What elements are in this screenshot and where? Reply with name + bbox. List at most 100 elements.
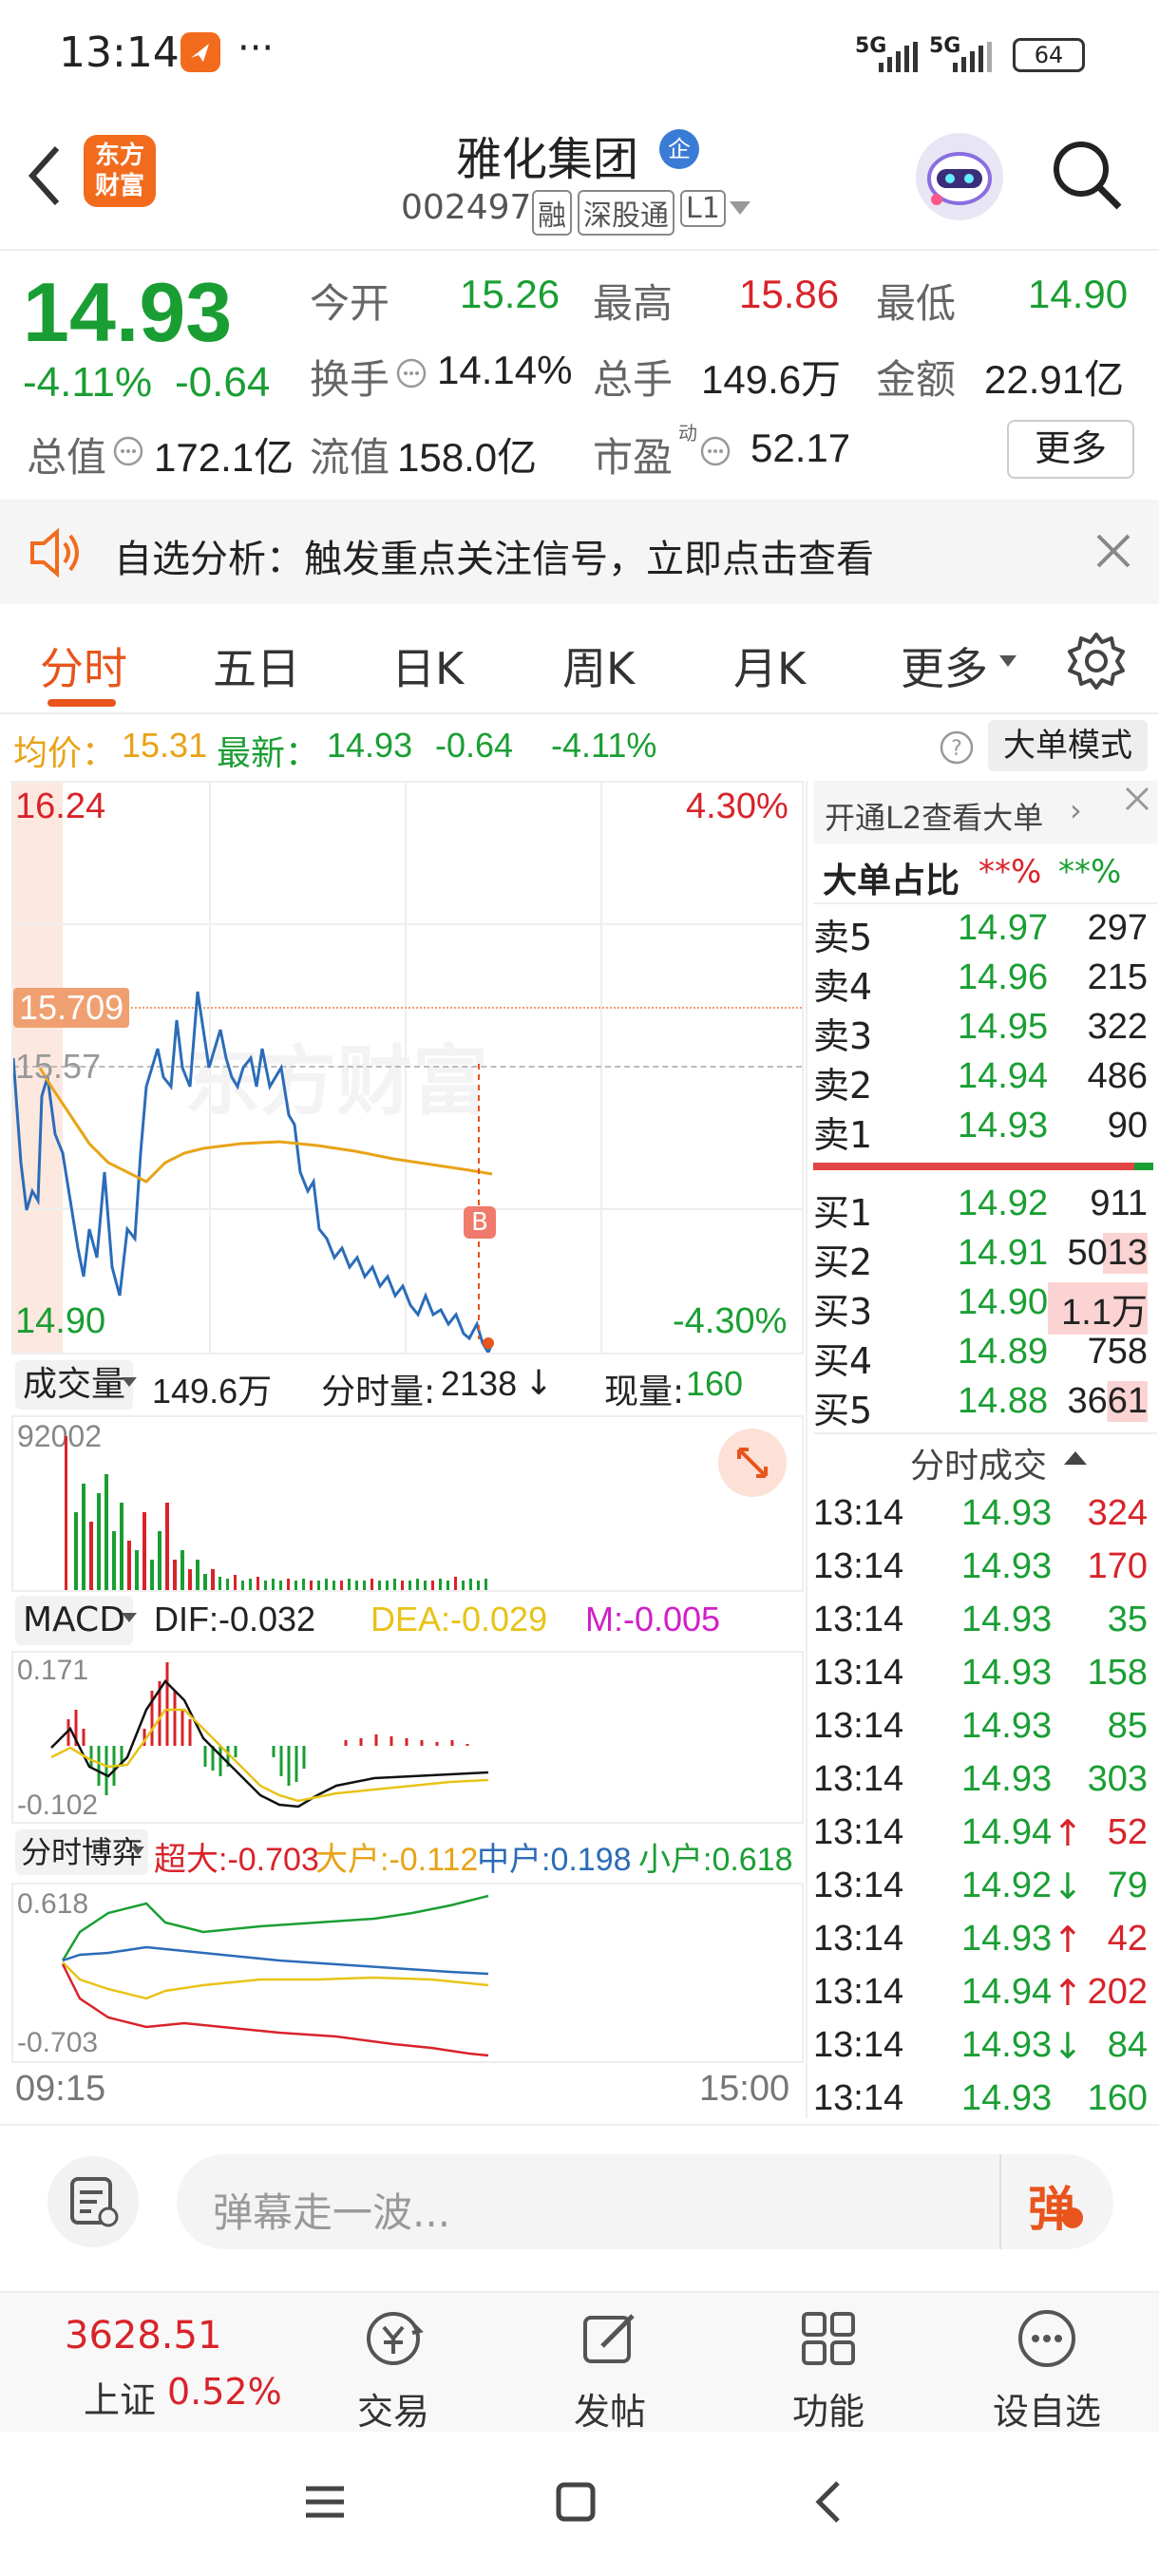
more-button[interactable]: 更多 (1007, 420, 1134, 479)
info-icon[interactable] (699, 435, 732, 467)
back-nav-icon[interactable] (809, 2479, 847, 2525)
bid-row-1: 买1 14.92 911 (813, 1184, 1148, 1234)
back-icon[interactable] (23, 142, 65, 209)
gear-icon[interactable] (1066, 631, 1127, 691)
latest-label: 最新： (217, 734, 320, 773)
tab-monthly-k[interactable]: 月K (733, 635, 806, 697)
mktcap-label: 总值 (27, 434, 107, 481)
current-volume-value: 160 (686, 1364, 744, 1403)
help-icon[interactable]: ? (939, 729, 975, 766)
nav-add-watchlist[interactable]: 设自选 (971, 2304, 1123, 2434)
tab-more[interactable]: 更多 (901, 635, 988, 697)
volume-value: 149.6万 (701, 357, 842, 402)
flow-chart[interactable]: 0.618 -0.703 (11, 1883, 804, 2063)
intraday-chart[interactable]: 东方财富 B 16.24 4.30% 15.709 15.57 14.90 -4… (11, 781, 804, 1354)
info-icon[interactable] (395, 357, 428, 389)
close-icon[interactable] (1121, 783, 1153, 815)
level-tag[interactable]: L1 (680, 190, 726, 227)
big-order-ratio-sell: **% (1058, 853, 1122, 891)
low-label: 最低 (876, 280, 957, 327)
nav-post[interactable]: 发帖 (534, 2304, 686, 2434)
trade-row: 13:14 14.93 85 (813, 1706, 1148, 1746)
collapse-icon[interactable] (1064, 1449, 1087, 1465)
stock-name: 雅化集团 (456, 133, 639, 186)
volume-label: 总手 (593, 356, 674, 403)
index-value[interactable]: 3628.51 (65, 2314, 221, 2358)
macd-dea: DEA:-0.029 (370, 1600, 548, 1638)
notes-icon[interactable] (48, 2156, 139, 2247)
search-icon[interactable] (1049, 137, 1125, 213)
pct-axis-low: -4.30% (673, 1301, 788, 1341)
trades-title[interactable]: 分时成交 (910, 1438, 1047, 1487)
tab-daily-k[interactable]: 日K (391, 635, 464, 697)
macd-chart[interactable]: 0.171 -0.102 (11, 1651, 804, 1824)
tab-weekly-k[interactable]: 周K (562, 635, 635, 697)
tab-five-day[interactable]: 五日 (213, 635, 300, 697)
ask-row-5: 卖5 14.97 297 (813, 908, 1148, 958)
current-volume-label: 现量: (604, 1373, 685, 1411)
trade-row: 13:14 14.93 324 (813, 1493, 1148, 1533)
expand-chart-icon[interactable] (718, 1429, 787, 1497)
turnover-label: 换手 (310, 356, 390, 403)
trade-row: 13:14 14.93 303 (813, 1759, 1148, 1799)
avg-label: 均价： (13, 734, 117, 773)
pe-dynamic-sup: 动 (678, 422, 697, 445)
pe-value: 52.17 (750, 426, 851, 470)
low-value: 14.90 (1028, 272, 1129, 316)
bid-ask-ratio-bar-red (813, 1163, 1134, 1170)
trade-row: 13:14 14.94 ↑ 202 (813, 1972, 1148, 2014)
index-pct[interactable]: 0.52% (167, 2371, 282, 2413)
close-icon[interactable] (1094, 532, 1132, 570)
tab-intraday[interactable]: 分时 (40, 635, 127, 697)
change-percent: -4.11% (23, 359, 153, 406)
latest-value: 14.93 (327, 726, 413, 765)
more-notifications-icon: ··· (238, 27, 275, 70)
battery-icon: 64 (1013, 38, 1085, 72)
l2-upsell-banner[interactable]: 开通L2查看大单 › (813, 781, 1157, 843)
down-arrow-icon: ↓ (524, 1364, 554, 1403)
dropdown-icon[interactable] (730, 201, 750, 217)
avg-value: 15.31 (122, 726, 208, 765)
dropdown-icon (999, 655, 1016, 667)
latest-pct: -4.11% (551, 726, 657, 765)
volume-selector[interactable]: 成交量 (15, 1360, 134, 1410)
post-icon (583, 2314, 635, 2363)
robot-assistant-icon[interactable] (916, 133, 1003, 220)
bid-row-5: 买5 14.88 3661 (813, 1381, 1148, 1431)
danmu-toggle-icon[interactable]: 弹 (1028, 2171, 1075, 2240)
info-icon[interactable] (112, 435, 144, 467)
flow-big: 大户:-0.112 (315, 1842, 479, 1878)
current-price: 14.93 (23, 265, 233, 359)
flow-super: 超大:-0.703 (154, 1842, 319, 1878)
bid-ask-ratio-bar-green (1134, 1163, 1153, 1170)
dropdown-icon (131, 1847, 144, 1855)
tick-volume-label: 分时量: (321, 1373, 436, 1411)
amount-label: 金额 (876, 356, 957, 403)
volume-chart[interactable]: 92002 (11, 1415, 804, 1592)
turnover-value: 14.14% (437, 348, 573, 392)
index-name[interactable]: 上证 (84, 2371, 156, 2423)
price-axis-high: 16.24 (15, 786, 106, 826)
buy-marker-icon[interactable]: B (464, 1206, 496, 1239)
ask-row-1: 卖1 14.93 90 (813, 1106, 1148, 1156)
macd-selector[interactable]: MACD (15, 1596, 133, 1645)
bid-row-4: 买4 14.89 758 (813, 1332, 1148, 1382)
pe-label: 市盈 (593, 434, 674, 481)
flow-selector[interactable]: 分时博弈 (15, 1829, 149, 1875)
eastmoney-logo: 东方 财富 (84, 135, 156, 207)
menu-icon[interactable] (302, 2479, 348, 2525)
mktcap-value: 172.1亿 (154, 435, 294, 480)
prev-close-label: 15.57 (15, 1047, 102, 1086)
nav-trade[interactable]: 交易 (317, 2304, 469, 2434)
price-line-chart (13, 991, 494, 1353)
notice-banner[interactable]: 自选分析：触发重点关注信号，立即点击查看 (0, 500, 1159, 604)
margin-tag: 融 (532, 190, 572, 236)
nav-functions[interactable]: 功能 (752, 2304, 904, 2434)
ask-row-3: 卖3 14.95 322 (813, 1007, 1148, 1057)
stock-code: 002497 (401, 188, 532, 227)
big-order-mode-button[interactable]: 大单模式 (988, 720, 1148, 771)
float-label: 流值 (310, 434, 390, 481)
home-icon[interactable] (553, 2479, 598, 2525)
comment-input[interactable]: 弹幕走一波... 弹 (177, 2154, 1113, 2249)
grid-icon (802, 2312, 855, 2365)
